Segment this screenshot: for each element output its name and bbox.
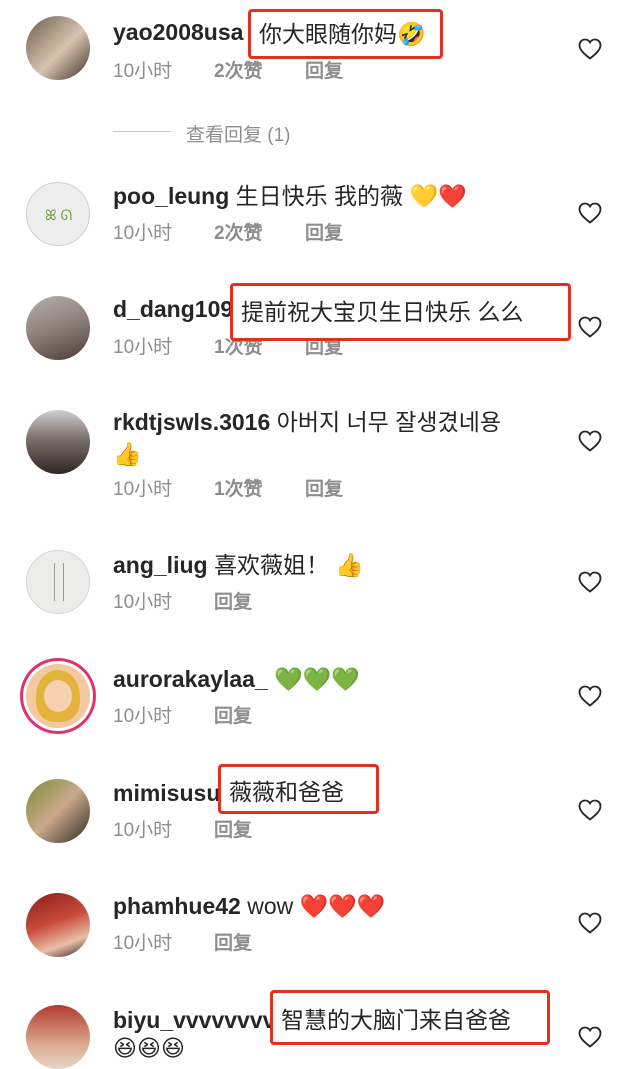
comment-text: 提前祝大宝贝生日快乐 么么 [241, 299, 524, 325]
highlight-box: 智慧的大脑门来自爸爸 [270, 990, 550, 1045]
comment-meta: 10小时 回复 [113, 591, 252, 615]
comment-text: 喜欢薇姐！ 👍 [213, 552, 364, 578]
comment-text-continued: 😆😆😆 [113, 1035, 185, 1061]
avatar[interactable] [26, 779, 90, 843]
avatar[interactable] [26, 410, 90, 474]
highlight-box: 你大眼随你妈🤣 [248, 9, 443, 59]
comment-text: wow ❤️❤️❤️ [247, 893, 386, 919]
cartoon-avatar-icon: ꕤ ᘏ [45, 207, 73, 223]
avatar[interactable] [26, 16, 90, 80]
timestamp: 10小时 [113, 479, 173, 500]
avatar[interactable] [26, 1005, 90, 1069]
timestamp: 10小时 [113, 592, 173, 613]
reply-button[interactable]: 回复 [305, 60, 343, 84]
username[interactable]: rkdtjswls.3016 [113, 409, 270, 435]
likes-count[interactable]: 1次赞 [214, 478, 305, 502]
reply-button[interactable]: 回复 [214, 819, 252, 843]
heart-outline-icon[interactable] [578, 38, 602, 60]
timestamp: 10小时 [113, 61, 173, 82]
username[interactable]: mimisusu [113, 780, 220, 806]
comment-meta: 10小时 2次赞 回复 [113, 60, 343, 84]
heart-outline-icon[interactable] [578, 571, 602, 593]
username[interactable]: poo_leung [113, 183, 229, 209]
reply-button[interactable]: 回复 [214, 932, 252, 956]
timestamp: 10小时 [113, 223, 173, 244]
avatar[interactable] [26, 550, 90, 614]
heart-outline-icon[interactable] [578, 316, 602, 338]
heart-outline-icon[interactable] [578, 430, 602, 452]
comment-text: 아버지 너무 잘생겼네용 [276, 409, 502, 435]
highlight-box: 薇薇和爸爸 [218, 764, 379, 814]
highlight-box: 提前祝大宝贝生日快乐 么么 [230, 283, 571, 341]
comment-meta: 10小时 回复 [113, 819, 252, 843]
likes-count[interactable]: 2次赞 [214, 222, 305, 246]
heart-outline-icon[interactable] [578, 912, 602, 934]
timestamp: 10小时 [113, 706, 173, 727]
comment-meta: 10小时 2次赞 回复 [113, 222, 343, 246]
username[interactable]: yao2008usa [113, 19, 243, 45]
avatar[interactable] [26, 296, 90, 360]
face [44, 680, 72, 712]
comment-meta: 10小时 1次赞 回复 [113, 478, 343, 502]
username[interactable]: d_dang109 [113, 296, 233, 322]
heart-outline-icon[interactable] [578, 202, 602, 224]
comment-text: 智慧的大脑门来自爸爸 [281, 1007, 511, 1033]
comment-text: 你大眼随你妈🤣 [259, 21, 426, 47]
divider [113, 131, 171, 132]
comment-text: 薇薇和爸爸 [229, 779, 344, 805]
comment-text: 生日快乐 我的薇 💛❤️ [235, 183, 467, 209]
heart-outline-icon[interactable] [578, 685, 602, 707]
username[interactable]: aurorakaylaa_ [113, 666, 268, 692]
username[interactable]: ang_liug [113, 552, 208, 578]
reply-button[interactable]: 回复 [214, 591, 252, 615]
timestamp: 10小时 [113, 933, 173, 954]
likes-count[interactable]: 2次赞 [214, 60, 305, 84]
reply-button[interactable]: 回复 [305, 222, 343, 246]
avatar[interactable] [26, 664, 90, 728]
reply-button[interactable]: 回复 [214, 705, 252, 729]
timestamp: 10小时 [113, 337, 173, 358]
comment-text: 💚💚💚 [274, 666, 361, 692]
username[interactable]: biyu_vvvvvvvv [113, 1007, 275, 1033]
comment-meta: 10小时 回复 [113, 932, 252, 956]
avatar[interactable] [26, 893, 90, 957]
heart-outline-icon[interactable] [578, 1026, 602, 1048]
comment-meta: 10小时 回复 [113, 705, 252, 729]
reply-button[interactable]: 回复 [305, 478, 343, 502]
comment-text-continued: 👍 [113, 441, 142, 467]
heart-outline-icon[interactable] [578, 799, 602, 821]
username[interactable]: phamhue42 [113, 893, 241, 919]
avatar[interactable]: ꕤ ᘏ [26, 182, 90, 246]
timestamp: 10小时 [113, 820, 173, 841]
sketch-figure-icon [54, 563, 64, 601]
view-replies-label: 查看回复 (1) [186, 125, 291, 146]
